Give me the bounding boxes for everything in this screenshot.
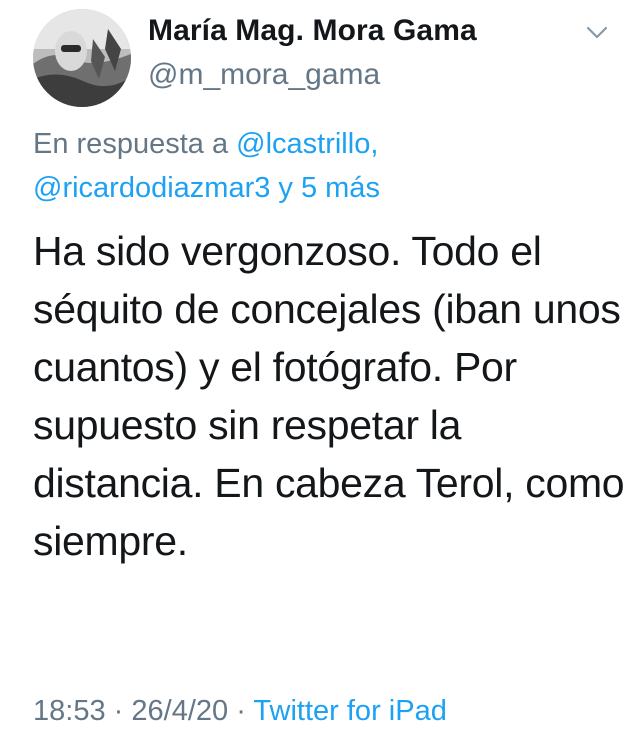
mention-link[interactable]: @lcastrillo, xyxy=(236,128,378,160)
author-handle[interactable]: @m_mora_gama xyxy=(148,58,380,92)
tweet-source-link[interactable]: Twitter for iPad xyxy=(253,695,446,727)
tweet-meta: 18:53 · 26/4/20 · Twitter for iPad xyxy=(33,695,447,728)
reply-context: En respuesta a @lcastrillo, @ricardodiaz… xyxy=(33,122,613,210)
tweet-time[interactable]: 18:53 xyxy=(33,695,106,727)
avatar[interactable] xyxy=(33,9,131,107)
author-name[interactable]: María Mag. Mora Gama xyxy=(148,14,477,48)
avatar-photo xyxy=(33,9,131,107)
separator: · xyxy=(113,695,124,727)
tweet-text: Ha sido vergonzoso. Todo el séquito de c… xyxy=(33,228,625,564)
tweet: María Mag. Mora Gama @m_mora_gama En res… xyxy=(0,0,640,737)
mention-link[interactable]: @ricardodiazmar3 y 5 más xyxy=(33,172,380,204)
chevron-down-icon[interactable] xyxy=(586,26,608,40)
reply-prefix: En respuesta a xyxy=(33,128,229,160)
separator: · xyxy=(236,695,246,727)
tweet-date[interactable]: 26/4/20 xyxy=(131,695,228,727)
